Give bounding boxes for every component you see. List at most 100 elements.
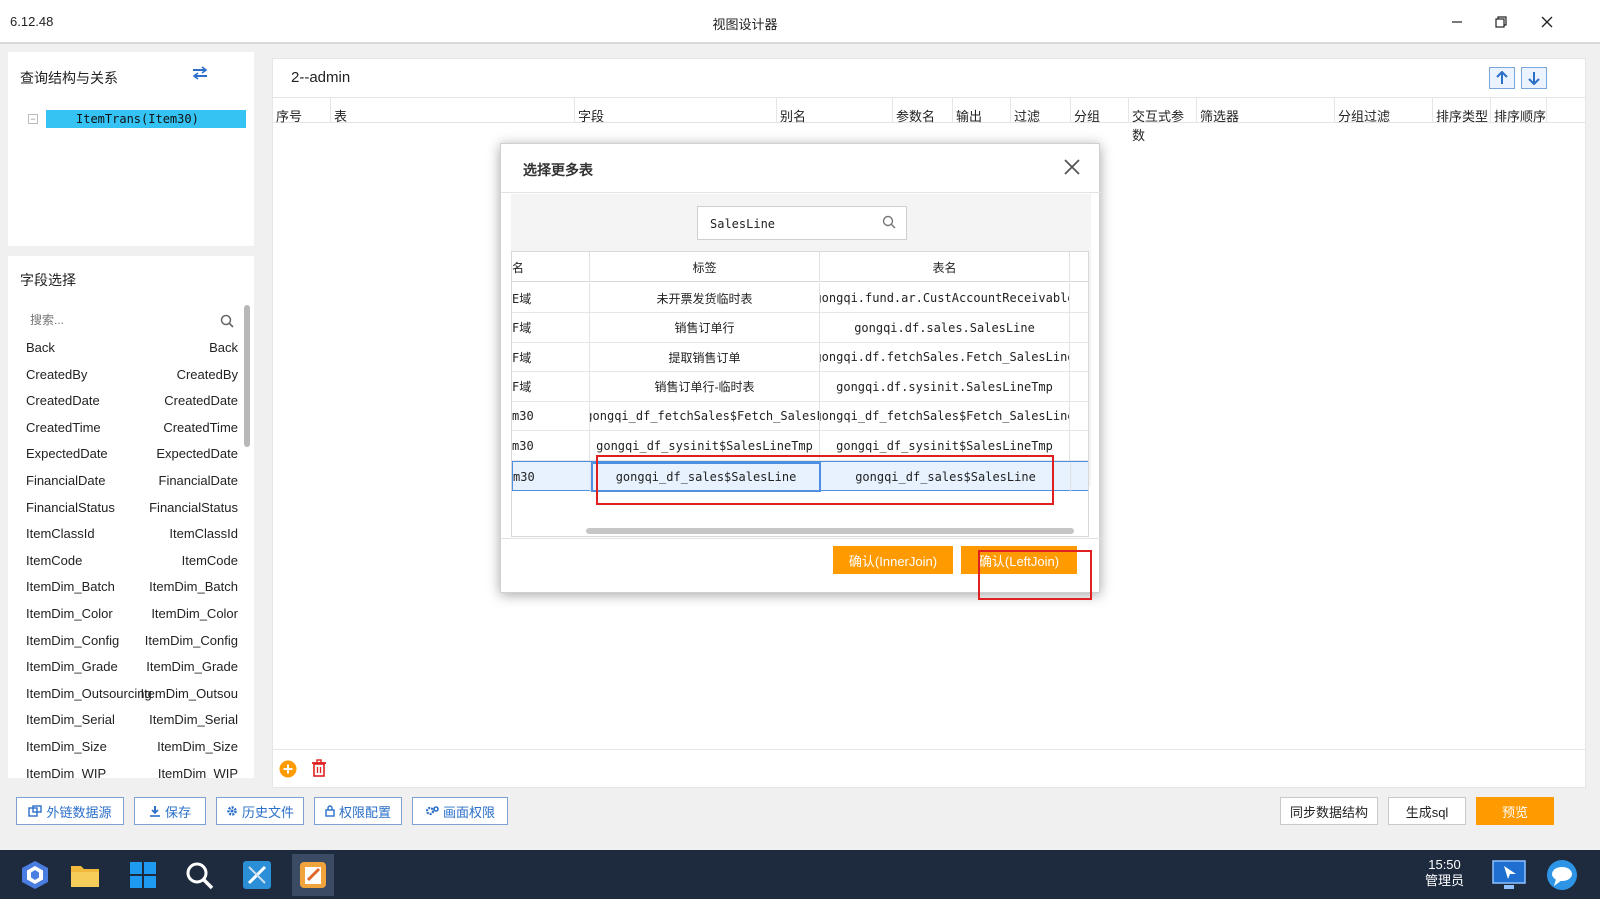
grid-column-header[interactable]: 表 — [331, 98, 575, 124]
close-icon — [1064, 159, 1080, 175]
tree-collapse-icon[interactable]: − — [28, 114, 38, 124]
search-icon[interactable] — [182, 858, 216, 892]
table-row[interactable]: F域 销售订单行-临时表 gongqi.df.sysinit.SalesLineTm… — [512, 371, 1088, 402]
tree-node-label[interactable]: ItemTrans(Item30) — [46, 110, 246, 128]
field-label: Back — [209, 340, 238, 355]
external-datasource-button[interactable]: 外链数据源 — [16, 797, 124, 825]
field-name: ItemDim_Color — [26, 606, 113, 621]
history-label: 历史文件 — [241, 804, 294, 820]
minimize-button[interactable] — [1442, 8, 1472, 36]
tree-node[interactable]: − ItemTrans(Item30) — [28, 110, 246, 128]
field-item[interactable]: ItemDim_Batch ItemDim_Batch — [14, 575, 244, 601]
grid-column-header[interactable]: 参数名 — [893, 98, 953, 124]
grid-column-header[interactable]: 分组过滤 — [1335, 98, 1433, 124]
save-label: 保存 — [164, 804, 191, 820]
grid-column-header[interactable]: 筛选器 — [1197, 98, 1335, 124]
grid-column-header[interactable]: 序号 — [273, 98, 331, 124]
field-item[interactable]: CreatedTime CreatedTime — [14, 416, 244, 442]
field-item[interactable]: ItemDim_WIP ItemDim_WIP — [14, 762, 244, 778]
field-item[interactable]: ItemDim_Color ItemDim_Color — [14, 602, 244, 628]
field-item[interactable]: ItemDim_Grade ItemDim_Grade — [14, 655, 244, 681]
row-table-name: gongqi.df.sysinit.SalesLineTmp — [820, 371, 1070, 402]
grid-column-header[interactable]: 排序顺序 — [1491, 98, 1547, 124]
field-item[interactable]: CreatedDate CreatedDate — [14, 389, 244, 415]
chat-app-icon[interactable] — [1545, 858, 1579, 892]
query-structure-title: 查询结构与关系 — [20, 70, 118, 86]
field-name: ItemDim_WIP — [26, 765, 107, 778]
sync-structure-button[interactable]: 同步数据结构 — [1280, 797, 1378, 825]
permission-config-label: 权限配置 — [338, 804, 391, 820]
start-logo-icon[interactable] — [18, 858, 52, 892]
row-table-name: gongqi.fund.ar.CustAccountReceivable — [820, 283, 1070, 313]
grid-column-header[interactable]: 排序类型 — [1433, 98, 1491, 124]
grid-column-header[interactable]: 输出 — [953, 98, 1011, 124]
field-item[interactable]: ItemDim_Outsourcing ItemDim_Outsou — [14, 682, 244, 708]
row-label: 未开票发货临时表 — [590, 283, 820, 313]
table-row[interactable]: F域 销售订单行 gongqi.df.sales.SalesLine — [512, 312, 1088, 343]
restore-button[interactable] — [1486, 8, 1516, 36]
link-window-icon — [28, 805, 43, 817]
field-label: CreatedBy — [176, 366, 238, 382]
table-search-value[interactable]: SalesLine — [710, 217, 775, 231]
row-name: F域 — [512, 342, 590, 373]
tools-icon[interactable] — [240, 858, 274, 892]
close-window-button[interactable] — [1532, 8, 1562, 36]
search-icon[interactable] — [220, 314, 234, 328]
field-item[interactable]: ItemClassId ItemClassId — [14, 522, 244, 548]
field-item[interactable]: ExpectedDate ExpectedDate — [14, 442, 244, 468]
field-item[interactable]: ItemDim_Serial ItemDim_Serial — [14, 708, 244, 734]
move-up-button[interactable] — [1489, 67, 1515, 89]
row-name: m30 — [512, 431, 590, 461]
tables-grid-scrollbar[interactable] — [586, 528, 1074, 534]
field-name: ItemDim_Outsourcing — [26, 685, 152, 701]
field-label: ItemDim_Serial — [149, 712, 238, 728]
move-down-button[interactable] — [1521, 67, 1547, 89]
table-search-input[interactable]: SalesLine — [697, 206, 907, 240]
field-search-input[interactable] — [18, 308, 198, 332]
grid-column-header[interactable]: 字段 — [575, 98, 777, 124]
row-name: F域 — [512, 371, 590, 402]
generate-sql-button[interactable]: 生成sql — [1388, 797, 1466, 825]
grid-column-header[interactable]: 交互式参数 — [1129, 98, 1197, 143]
field-item[interactable]: ItemDim_Config ItemDim_Config — [14, 629, 244, 655]
preview-button[interactable]: 预览 — [1476, 797, 1554, 825]
dialog-close-button[interactable] — [1059, 154, 1085, 180]
windows-icon[interactable] — [126, 858, 160, 892]
field-item[interactable]: ItemCode ItemCode — [14, 549, 244, 575]
search-icon[interactable] — [882, 215, 896, 229]
field-label: ItemDim_Color — [151, 606, 238, 621]
field-item[interactable]: FinancialStatus FinancialStatus — [14, 496, 244, 522]
designer-app-icon[interactable] — [292, 854, 334, 896]
field-list-scrollbar[interactable] — [244, 305, 250, 447]
permission-config-button[interactable]: 权限配置 — [314, 797, 402, 825]
grid-column-header[interactable]: 分组 — [1071, 98, 1129, 124]
table-row[interactable]: m30 gongqi_df_fetchSales$Fetch_SalesL gong… — [512, 401, 1088, 432]
swap-arrows-icon — [192, 66, 208, 80]
header-label: 标签 — [590, 252, 820, 282]
field-name: CreatedDate — [26, 393, 100, 409]
close-icon — [1541, 16, 1553, 28]
grid-column-header[interactable]: 过滤 — [1011, 98, 1071, 124]
swap-button[interactable] — [192, 66, 208, 83]
screen-permission-button[interactable]: 画面权限 — [412, 797, 508, 825]
table-row[interactable]: E域 未开票发货临时表 gongqi.fund.ar.CustAccountRece… — [512, 283, 1088, 313]
save-button[interactable]: 保存 — [134, 797, 206, 825]
table-row[interactable]: F域 提取销售订单 gongqi.df.fetchSales.Fetch_Sales… — [512, 342, 1088, 373]
remote-desktop-icon[interactable] — [1492, 858, 1526, 892]
field-name: ExpectedDate — [26, 446, 108, 462]
tables-grid-header: 名 标签 表名 — [512, 252, 1088, 282]
field-item[interactable]: ItemDim_Size ItemDim_Size — [14, 735, 244, 761]
delete-row-icon[interactable] — [311, 759, 327, 777]
confirm-innerjoin-button[interactable]: 确认(InnerJoin) — [833, 546, 953, 574]
grid-column-header[interactable]: 别名 — [777, 98, 893, 124]
field-item[interactable]: FinancialDate FinancialDate — [14, 469, 244, 495]
field-search[interactable] — [18, 308, 240, 334]
field-label: ExpectedDate — [156, 446, 238, 462]
field-item[interactable]: CreatedBy CreatedBy — [14, 363, 244, 389]
add-row-icon[interactable] — [279, 760, 297, 778]
clock: 15:50 管理员 — [1425, 857, 1464, 889]
history-button[interactable]: 历史文件 — [216, 797, 304, 825]
highlight-selected-row — [596, 455, 1054, 505]
field-item[interactable]: Back Back — [14, 336, 244, 362]
folder-icon[interactable] — [68, 858, 102, 892]
